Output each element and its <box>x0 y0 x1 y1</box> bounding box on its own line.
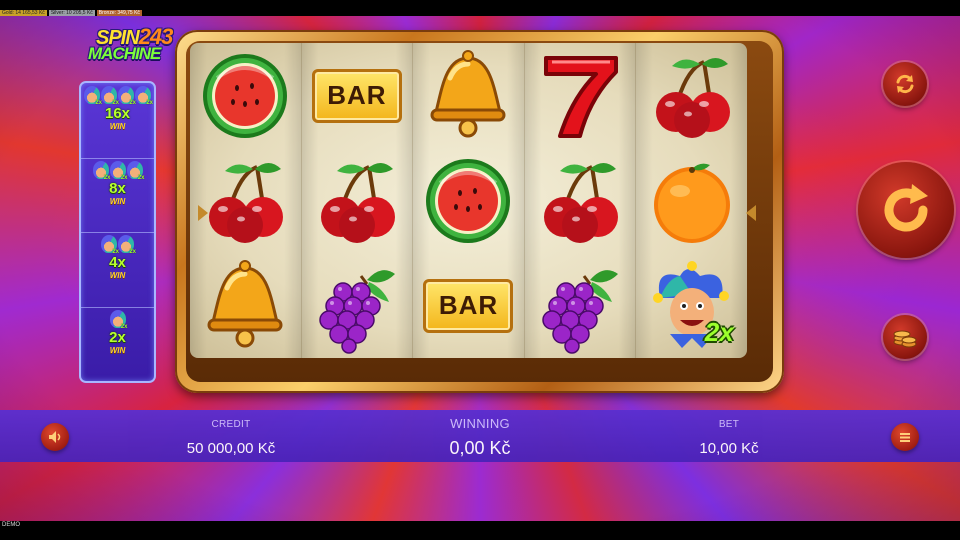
grapes-icon <box>309 258 405 354</box>
mini-multiplier: 2x <box>103 174 111 181</box>
paytable-win-label: WIN <box>109 196 126 206</box>
cherry-icon <box>644 48 740 144</box>
joker-paytable: 2x 2x 2x 2x 16x WIN 2x 2x 2x 8x WIN 2x 2x 4x WIN 2x 2x WI… <box>79 81 156 383</box>
paytable-jokers: 2x 2x 2x <box>81 160 154 181</box>
mini-multiplier: 2x <box>129 100 136 106</box>
bell-icon <box>197 258 293 354</box>
joker-icon: 2x <box>135 86 153 106</box>
info-bar: CREDIT 50 000,00 Kč WINNING 0,00 Kč BET … <box>0 410 960 462</box>
joker-icon: 2x <box>118 235 136 255</box>
reel: 2x <box>636 43 747 358</box>
joker-icon: 2x <box>118 86 136 106</box>
credit-panel: CREDIT 50 000,00 Kč <box>131 410 331 457</box>
cherry-icon <box>197 153 293 249</box>
paytable-row: 2x 2x 4x WIN <box>81 232 154 308</box>
speaker-icon <box>49 431 61 443</box>
autoplay-icon <box>896 74 914 94</box>
watermelon-icon <box>197 48 293 144</box>
paytable-row: 2x 2x 2x 8x WIN <box>81 158 154 233</box>
paytable-row: 2x 2x 2x 2x 16x WIN <box>81 83 154 159</box>
reel: BAR <box>413 43 525 358</box>
joker-icon: 2x <box>126 160 145 181</box>
bet-button[interactable] <box>883 315 927 359</box>
credit-label: CREDIT <box>211 419 251 430</box>
joker-icon: 2x <box>109 160 128 181</box>
mini-multiplier: 2x <box>95 100 102 106</box>
paytable-win-label: WIN <box>109 271 126 280</box>
bar-label: BAR <box>327 80 387 110</box>
sound-button[interactable] <box>41 423 69 451</box>
mini-multiplier: 2x <box>120 174 128 181</box>
bar-icon: BAR <box>420 258 516 354</box>
menu-icon <box>900 433 910 442</box>
reels: BAR BAR 2x <box>190 43 747 358</box>
orange-icon <box>644 153 740 249</box>
paytable-jokers: 2x 2x <box>81 235 154 255</box>
paytable-win-label: WIN <box>109 345 126 355</box>
bet-panel: BET 10,00 Kč <box>629 410 829 457</box>
payline-arrow-left <box>198 205 208 221</box>
mini-multiplier: 2x <box>120 323 128 330</box>
winning-value: 0,00 Kč <box>449 438 511 458</box>
coins-icon <box>893 330 917 348</box>
winning-panel: WINNING 0,00 Kč <box>380 410 580 459</box>
mini-multiplier: 2x <box>146 100 153 106</box>
game-logo: SPIN243 MACHINE <box>86 22 173 74</box>
grapes-icon <box>532 258 628 354</box>
joker-icon: 2x <box>109 309 128 330</box>
joker-icon: 2x <box>644 258 740 354</box>
paytable-jokers: 2x 2x 2x 2x <box>81 86 154 106</box>
mini-multiplier: 2x <box>112 100 119 106</box>
paytable-row: 2x 2x WIN <box>81 307 154 382</box>
watermelon-icon <box>420 153 516 249</box>
joker-icon: 2x <box>84 86 102 106</box>
bar-label: BAR <box>438 290 499 320</box>
bet-label: BET <box>718 419 740 430</box>
autoplay-button[interactable] <box>883 62 927 106</box>
cherry-icon <box>532 153 628 249</box>
joker-icon: 2x <box>101 235 119 255</box>
spin-icon <box>884 184 928 232</box>
bet-value: 10,00 Kč <box>699 440 759 457</box>
reel <box>524 43 637 358</box>
payline-arrow-right <box>746 205 756 221</box>
cherry-icon <box>309 153 405 249</box>
joker-icon: 2x <box>101 86 119 106</box>
paytable-win-label: WIN <box>109 122 126 131</box>
bottom-bar: DEMO <box>0 521 960 540</box>
paytable-multiplier: 16x <box>104 105 131 122</box>
mini-multiplier: 2x <box>112 249 119 255</box>
credit-value: 50 000,00 Kč <box>186 440 276 457</box>
demo-label: DEMO <box>2 522 20 528</box>
logo-machine-text: MACHINE <box>88 44 161 63</box>
mini-multiplier: 2x <box>137 174 145 181</box>
seven-icon <box>532 48 628 144</box>
paytable-jokers: 2x <box>81 309 154 330</box>
menu-button[interactable] <box>891 423 919 451</box>
winning-label: WINNING <box>450 416 510 431</box>
reel <box>190 43 302 358</box>
reel: BAR <box>301 43 414 358</box>
spin-button[interactable] <box>858 162 954 258</box>
paytable-multiplier: 4x <box>109 254 126 271</box>
mini-multiplier: 2x <box>129 249 136 255</box>
reel-frame: BAR BAR 2x <box>175 30 784 393</box>
joker-icon: 2x <box>92 160 111 181</box>
joker-multiplier: 2x <box>704 316 734 347</box>
bell-icon <box>420 48 516 144</box>
paytable-multiplier: 2x <box>109 328 126 346</box>
paytable-multiplier: 8x <box>109 179 126 197</box>
bar-icon: BAR <box>309 48 405 144</box>
